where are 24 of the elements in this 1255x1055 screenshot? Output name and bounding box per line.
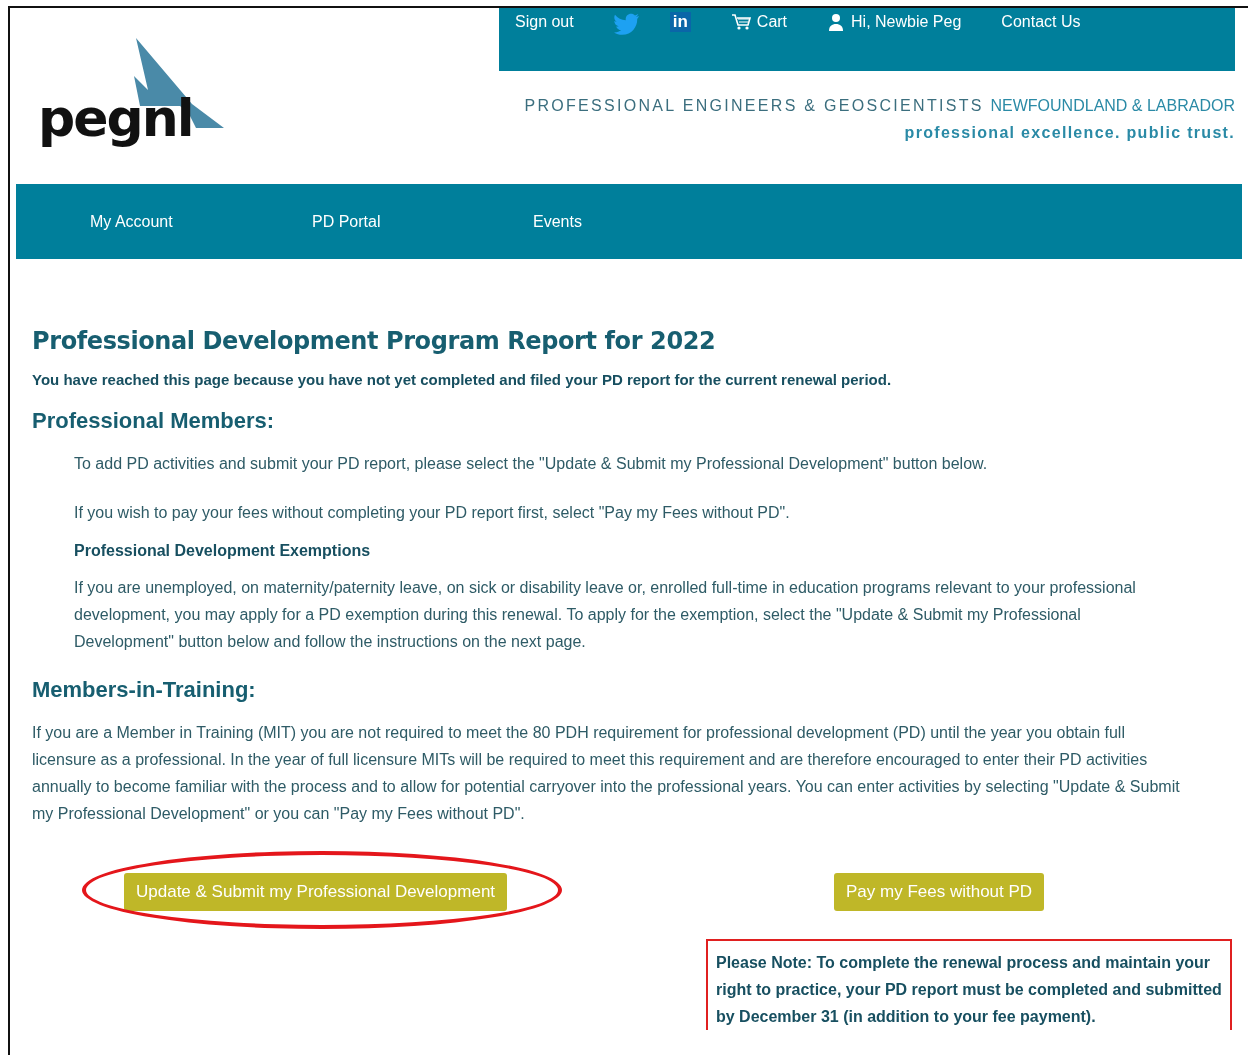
section-heading: Professional Members:	[32, 408, 276, 434]
paragraph: To add PD activities and submit your PD report, please select the "Update & Submit my Professional Development" button below.	[74, 454, 989, 474]
subheading: Professional Development Exemptions	[74, 542, 372, 560]
organization-name: PROFESSIONAL ENGINEERS & GEOSCIENTISTS NEWFOUNDLAND & LABRADOR	[524, 97, 1235, 115]
top-link[interactable]: Sign out	[515, 12, 574, 32]
top-link[interactable]: Contact Us	[1001, 12, 1081, 32]
nav-link[interactable]: My Account	[90, 212, 312, 231]
cart-icon	[730, 13, 751, 31]
tagline: professional excellence. public trust.	[904, 124, 1235, 142]
nav-link[interactable]: PD Portal	[312, 212, 533, 231]
paragraph: If you are a Member in Training (MIT) you are not required to meet the 80 PDH requirement for professional development (PD) until the year you obtain full licensure as a professional. In the year of full licensure MITs will be required to meet this requirement and are therefore encouraged to enter their PD activities annually to become familiar with the process and to allow for potential carryover into the professional years. You can enter activities by selecting "Update & Submit my Professional Development" or you can "Pay my Fees without PD".	[32, 723, 1181, 824]
linkedin-button[interactable]: in	[669, 12, 691, 32]
cart-link[interactable]: Cart	[730, 12, 788, 32]
user-link[interactable]: Hi, Newbie Peg	[827, 12, 962, 32]
paragraph: If you wish to pay your fees without completing your PD report first, select "Pay my Fees without PD".	[74, 503, 791, 523]
person-icon	[827, 13, 846, 31]
intro-text: You have reached this page because you have not yet completed and filed your PD report for the current renewal period.	[32, 371, 893, 388]
page-title: Professional Development Program Report for 2022	[32, 327, 717, 355]
section-heading: Members-in-Training:	[32, 677, 257, 703]
logo[interactable]: pegnl	[30, 26, 235, 164]
bird-icon	[613, 12, 640, 36]
notice-box: Please Note: To complete the renewal process and maintain your right to practice, your PD report must be completed and submitted by December 31 (in addition to your fee payment).	[706, 939, 1232, 1030]
nav-link[interactable]: Events	[533, 212, 582, 231]
paragraph: If you are unemployed, on maternity/paternity leave, on sick or disability leave or, enrolled full-time in education programs relevant to your professional development, you may apply for a PD exemption during this renewal. To apply for the exemption, select the "Update & Submit my Professional Development" button below and follow the instructions on the next page.	[74, 578, 1137, 652]
